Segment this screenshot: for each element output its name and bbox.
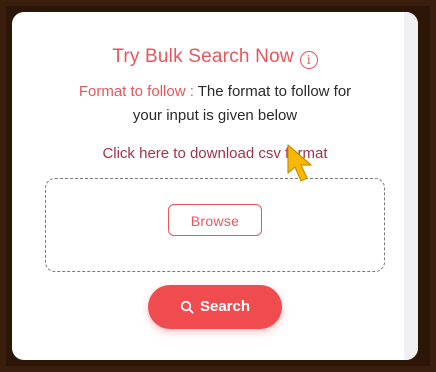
search-icon xyxy=(180,288,194,332)
search-button[interactable]: Search xyxy=(148,285,282,329)
format-label: Format to follow : xyxy=(78,83,194,100)
info-icon[interactable]: i xyxy=(299,51,318,69)
browse-button[interactable]: Browse xyxy=(168,204,262,236)
file-dropzone[interactable]: Browse xyxy=(45,178,385,272)
format-instructions: Format to follow : The format to follow … xyxy=(12,80,418,128)
search-button-label: Search xyxy=(199,298,251,315)
format-text-line1: The format to follow for xyxy=(193,83,352,100)
title-text: Try Bulk Search Now xyxy=(112,46,294,67)
format-text-line2: your input is given below xyxy=(132,107,298,124)
bulk-search-card: Try Bulk Search Now i Format to follow : … xyxy=(12,12,418,360)
pointer-cursor-icon xyxy=(284,143,320,187)
download-csv-link[interactable]: Click here to download csv format xyxy=(12,145,418,162)
bulk-search-title: Try Bulk Search Now i xyxy=(12,46,418,69)
